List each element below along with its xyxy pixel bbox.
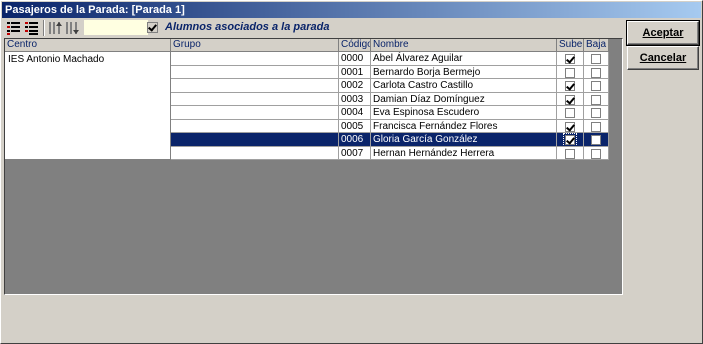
sube-checkbox[interactable]: [563, 133, 577, 146]
title-bar: Pasajeros de la Parada: [Parada 1]: [2, 2, 701, 18]
baja-checkbox[interactable]: [591, 135, 601, 145]
codigo-cell[interactable]: 0007: [339, 146, 371, 160]
table-row[interactable]: 0000 Abel Álvarez Aguilar: [171, 52, 609, 66]
nombre-cell[interactable]: Hernan Hernández Herrera: [371, 146, 557, 160]
codigo-cell[interactable]: 0004: [339, 106, 371, 120]
baja-cell[interactable]: [584, 92, 609, 106]
baja-checkbox[interactable]: [591, 54, 601, 64]
dialog-window: Pasajeros de la Parada: [Parada 1] Alumn…: [0, 0, 703, 344]
sube-cell[interactable]: [557, 52, 584, 66]
nombre-cell[interactable]: Bernardo Borja Bermejo: [371, 65, 557, 79]
nombre-cell[interactable]: Abel Álvarez Aguilar: [371, 52, 557, 66]
grupo-cell[interactable]: [171, 146, 339, 160]
grupo-cell[interactable]: [171, 65, 339, 79]
baja-checkbox[interactable]: [591, 94, 601, 105]
table-row[interactable]: 0006 Gloria García González: [171, 133, 609, 147]
grupo-cell[interactable]: [171, 79, 339, 93]
codigo-cell[interactable]: 0005: [339, 119, 371, 133]
table-row[interactable]: 0005 Francisca Fernández Flores: [171, 119, 609, 133]
baja-checkbox[interactable]: [591, 121, 601, 132]
sube-cell[interactable]: [557, 65, 584, 79]
table-row[interactable]: 0001 Bernardo Borja Bermejo: [171, 65, 609, 79]
grupo-cell[interactable]: [171, 52, 339, 66]
baja-checkbox[interactable]: [591, 67, 601, 78]
nombre-cell[interactable]: Eva Espinosa Escudero: [371, 106, 557, 120]
sube-cell[interactable]: [557, 146, 584, 160]
column-sort-asc-icon[interactable]: [47, 20, 63, 36]
baja-cell[interactable]: [584, 106, 609, 120]
baja-cell[interactable]: [584, 65, 609, 79]
header-grupo[interactable]: Grupo: [171, 39, 339, 52]
toolbar: Alumnos asociados a la parada: [4, 19, 621, 37]
grupo-cell[interactable]: [171, 92, 339, 106]
header-sube[interactable]: Sube: [557, 39, 584, 52]
centro-value: IES Antonio Machado: [8, 54, 105, 65]
list-collapse-icon[interactable]: [24, 20, 40, 36]
codigo-cell[interactable]: 0006: [339, 133, 371, 147]
nombre-cell[interactable]: Gloria García González: [371, 133, 557, 147]
nombre-cell[interactable]: Francisca Fernández Flores: [371, 119, 557, 133]
baja-cell[interactable]: [584, 52, 609, 66]
sube-checkbox[interactable]: [565, 67, 575, 78]
baja-checkbox[interactable]: [591, 148, 601, 159]
sube-checkbox[interactable]: [565, 94, 575, 105]
sube-cell[interactable]: [557, 79, 584, 93]
toolbar-separator: [43, 20, 45, 36]
header-nombre[interactable]: Nombre: [371, 39, 557, 52]
passengers-grid[interactable]: IES Antonio Machado Centro Grupo Código …: [4, 38, 623, 295]
header-centro[interactable]: Centro: [5, 39, 171, 52]
baja-cell[interactable]: [584, 119, 609, 133]
sube-cell[interactable]: [557, 119, 584, 133]
baja-cell[interactable]: [584, 79, 609, 93]
baja-checkbox[interactable]: [591, 108, 601, 118]
nombre-cell[interactable]: Carlota Castro Castillo: [371, 79, 557, 93]
table-row[interactable]: 0003 Damian Díaz Domínguez: [171, 92, 609, 106]
table-row[interactable]: 0007 Hernan Hernández Herrera: [171, 146, 609, 160]
codigo-cell[interactable]: 0003: [339, 92, 371, 106]
column-sort-desc-icon[interactable]: [64, 20, 80, 36]
list-expand-icon[interactable]: [6, 20, 22, 36]
baja-cell[interactable]: [584, 133, 609, 147]
sube-checkbox[interactable]: [565, 54, 575, 64]
sube-checkbox[interactable]: [565, 81, 575, 91]
codigo-cell[interactable]: 0001: [339, 65, 371, 79]
table-row[interactable]: 0004 Eva Espinosa Escudero: [171, 106, 609, 120]
grupo-cell[interactable]: [171, 106, 339, 120]
sube-checkbox[interactable]: [565, 108, 575, 118]
codigo-cell[interactable]: 0002: [339, 79, 371, 93]
baja-cell[interactable]: [584, 146, 609, 160]
filter-box[interactable]: [83, 19, 149, 36]
status-area: [2, 298, 701, 342]
sube-checkbox[interactable]: [565, 121, 575, 132]
associated-students-checkbox[interactable]: [147, 22, 158, 33]
nombre-cell[interactable]: Damian Díaz Domínguez: [371, 92, 557, 106]
header-baja[interactable]: Baja: [584, 39, 609, 52]
cancel-button[interactable]: Cancelar: [627, 46, 699, 70]
sube-checkbox[interactable]: [565, 148, 575, 159]
table-row[interactable]: 0002 Carlota Castro Castillo: [171, 79, 609, 93]
baja-checkbox[interactable]: [591, 81, 601, 91]
grupo-cell[interactable]: [171, 119, 339, 133]
associated-students-label: Alumnos asociados a la parada: [165, 21, 330, 33]
centro-column: IES Antonio Machado: [5, 39, 171, 159]
accept-button[interactable]: Aceptar: [626, 20, 700, 46]
sube-cell[interactable]: [557, 92, 584, 106]
grupo-cell[interactable]: [171, 133, 339, 147]
header-codigo[interactable]: Código: [339, 39, 371, 52]
codigo-cell[interactable]: 0000: [339, 52, 371, 66]
sube-cell[interactable]: [557, 106, 584, 120]
sube-cell[interactable]: [557, 133, 584, 147]
